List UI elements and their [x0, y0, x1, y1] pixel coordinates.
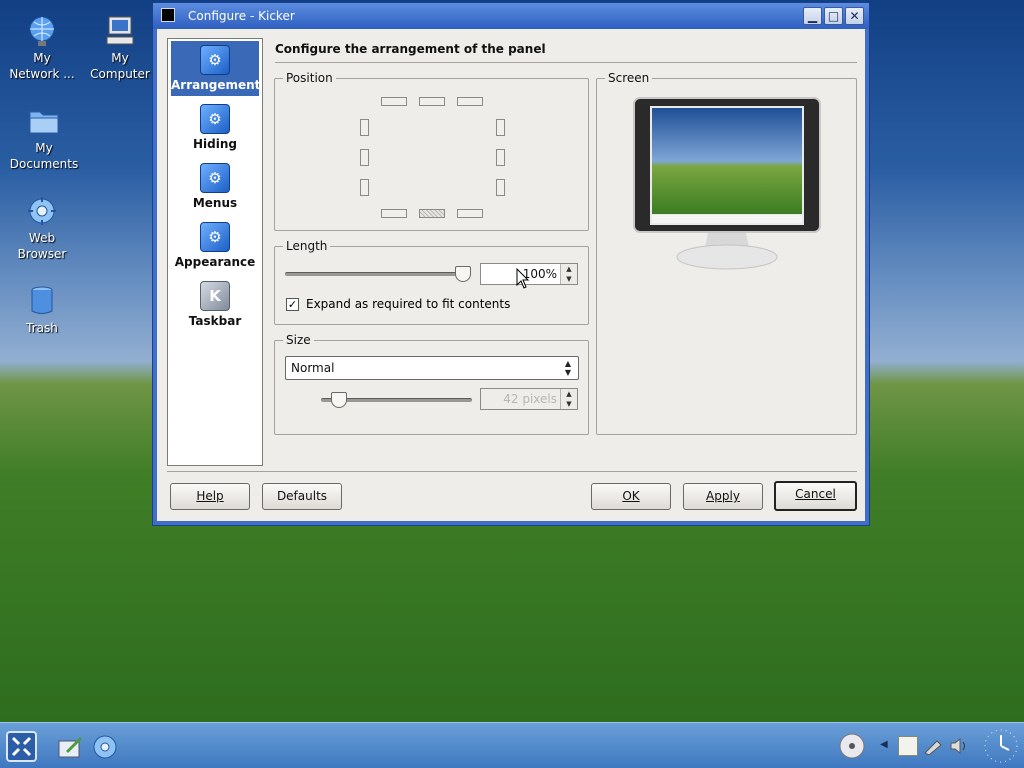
size-group: Size Normal ▲ ▼ 42 pixels ▲ ▼	[274, 333, 589, 435]
cancel-label: Cancel	[795, 487, 836, 501]
ok-button[interactable]: OK	[591, 483, 671, 510]
defaults-label: Defaults	[276, 489, 328, 503]
page-title: Configure the arrangement of the panel	[275, 42, 546, 56]
length-group: Length 100% ▲ ▼ ✓ Expand as required to f…	[274, 239, 589, 325]
menus-icon: ⚙	[200, 163, 230, 193]
position-bottom-right-button[interactable]	[457, 209, 483, 218]
volume-icon[interactable]	[948, 735, 970, 757]
close-button[interactable]: ✕	[845, 7, 864, 25]
length-slider-track	[285, 272, 471, 276]
help-label: Help	[196, 489, 224, 503]
web-browser-icon	[25, 194, 59, 228]
desktop-icon-trash[interactable]: Trash	[2, 284, 82, 336]
sidebar: ⚙ Arrangement ⚙ Hiding ⚙ Menus ⚙ Appeara…	[167, 38, 263, 466]
arrangement-icon: ⚙	[200, 45, 230, 75]
sidebar-item-taskbar[interactable]: K Taskbar	[171, 277, 259, 332]
size-select-value: Normal	[291, 361, 335, 375]
position-bottom-left-button[interactable]	[381, 209, 407, 218]
select-updown-icon: ▲ ▼	[564, 359, 572, 377]
desktop-icon-label: My Documents	[9, 141, 79, 171]
position-top-center-button[interactable]	[419, 97, 445, 106]
tray-expand-arrow-icon[interactable]: ◀	[880, 739, 888, 750]
monitor-icon	[633, 97, 821, 270]
apply-label: Apply	[706, 489, 740, 503]
desktop-icon-web-browser[interactable]: Web Browser	[2, 194, 82, 262]
sidebar-item-appearance[interactable]: ⚙ Appearance	[171, 218, 259, 273]
position-left-center-button[interactable]	[360, 149, 369, 166]
trash-icon	[25, 284, 59, 318]
window-app-icon	[161, 8, 175, 22]
desktop-icon-label: My Computer	[90, 51, 150, 81]
screen-preview	[633, 97, 821, 280]
network-globe-icon	[25, 14, 59, 48]
apply-button[interactable]: Apply	[683, 483, 763, 510]
position-legend: Position	[283, 71, 336, 85]
maximize-button[interactable]: □	[824, 7, 843, 25]
ok-label: OK	[622, 489, 640, 503]
clipboard-tray-icon[interactable]	[898, 736, 918, 756]
hiding-icon: ⚙	[200, 104, 230, 134]
desktop-icon-label: Trash	[26, 321, 58, 335]
web-browser-launcher-icon[interactable]	[90, 733, 120, 761]
screen-legend: Screen	[605, 71, 653, 85]
sidebar-item-arrangement[interactable]: ⚙ Arrangement	[171, 41, 261, 96]
position-bottom-center-button[interactable]	[419, 209, 445, 218]
window-title: Configure - Kicker	[188, 9, 295, 23]
sidebar-item-label: Hiding	[193, 137, 237, 151]
help-button[interactable]: Help	[170, 483, 250, 510]
minimize-button[interactable]: ▁	[803, 7, 822, 25]
configure-kicker-window: Configure - Kicker ▁ □ ✕ ⚙ Arrangement ⚙…	[152, 2, 870, 526]
spin-arrows-icon: ▲ ▼	[560, 389, 577, 409]
expand-checkbox[interactable]: ✓	[286, 298, 299, 311]
spin-arrows-icon[interactable]: ▲ ▼	[560, 264, 577, 284]
size-pixels-spinbox: 42 pixels ▲ ▼	[480, 388, 578, 410]
position-left-bottom-button[interactable]	[360, 179, 369, 196]
position-right-bottom-button[interactable]	[496, 179, 505, 196]
size-legend: Size	[283, 333, 314, 347]
sidebar-item-label: Appearance	[174, 255, 256, 269]
appearance-icon: ⚙	[200, 222, 230, 252]
length-slider-handle[interactable]	[455, 266, 471, 282]
editor-launcher-icon[interactable]	[56, 733, 84, 761]
position-right-top-button[interactable]	[496, 119, 505, 136]
kde-gear-icon: K	[200, 281, 230, 311]
start-menu-icon	[11, 736, 32, 757]
heading-divider	[275, 62, 857, 63]
cancel-button[interactable]: Cancel	[774, 481, 857, 511]
desktop-icon-computer[interactable]: My Computer	[80, 14, 160, 82]
position-top-right-button[interactable]	[457, 97, 483, 106]
position-left-top-button[interactable]	[360, 119, 369, 136]
window-titlebar[interactable]: Configure - Kicker ▁ □ ✕	[153, 3, 869, 29]
size-pixels-value: 42 pixels	[503, 392, 557, 406]
size-slider-handle[interactable]	[331, 392, 347, 408]
sidebar-item-label: Taskbar	[188, 314, 242, 328]
screen-group: Screen	[596, 71, 857, 435]
folder-icon	[27, 104, 61, 138]
dialog-client-area: ⚙ Arrangement ⚙ Hiding ⚙ Menus ⚙ Appeara…	[157, 29, 865, 521]
desktop-icon-label: Web Browser	[17, 231, 67, 261]
start-menu-button[interactable]	[6, 731, 37, 762]
position-right-center-button[interactable]	[496, 149, 505, 166]
network-tray-icon[interactable]	[923, 737, 943, 756]
sidebar-item-menus[interactable]: ⚙ Menus	[171, 159, 259, 214]
computer-icon	[103, 14, 137, 48]
desktop-icon-network[interactable]: My Network ...	[2, 14, 82, 82]
defaults-button[interactable]: Defaults	[262, 483, 342, 510]
sidebar-item-hiding[interactable]: ⚙ Hiding	[171, 100, 259, 155]
sidebar-item-label: Menus	[192, 196, 238, 210]
length-legend: Length	[283, 239, 331, 253]
footer-divider	[167, 471, 857, 472]
sidebar-item-label: Arrangement	[171, 78, 261, 92]
expand-label: Expand as required to fit contents	[306, 297, 511, 311]
desktop-icon-documents[interactable]: My Documents	[4, 104, 84, 172]
position-top-left-button[interactable]	[381, 97, 407, 106]
position-group: Position	[274, 71, 589, 231]
cd-drive-icon[interactable]	[838, 732, 866, 760]
mouse-pointer-icon	[516, 268, 530, 289]
size-select[interactable]: Normal ▲ ▼	[285, 356, 579, 380]
analog-clock-icon[interactable]	[982, 727, 1020, 765]
taskbar: ◀	[0, 722, 1024, 768]
desktop-icon-label: My Network ...	[9, 51, 75, 81]
